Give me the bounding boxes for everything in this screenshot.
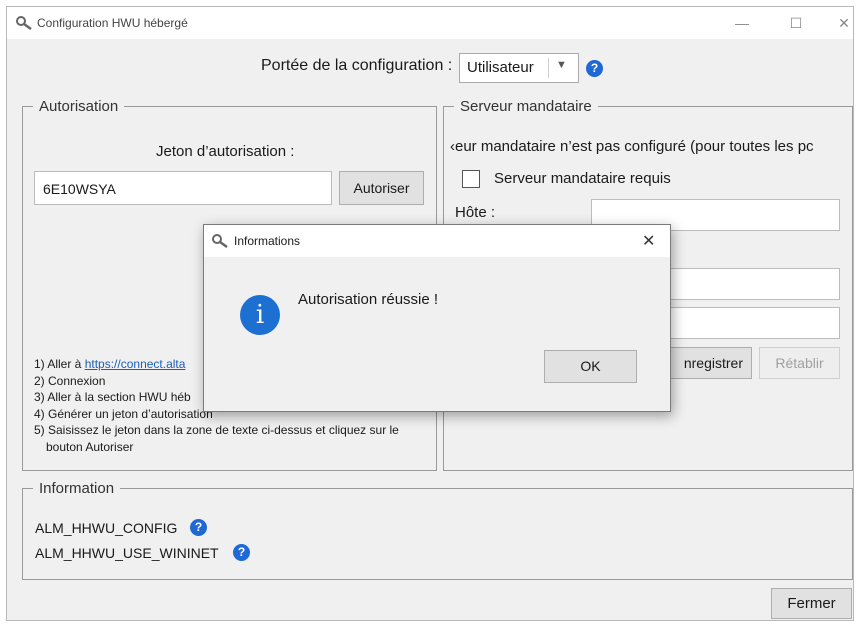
proxy-group-title: Serveur mandataire [460, 98, 592, 115]
authorization-group-title: Autorisation [39, 98, 119, 115]
token-input-value: 6E10WSYA [43, 181, 116, 197]
step-5-text: 5) Saisissez le jeton dans la zone de te… [34, 423, 399, 437]
save-proxy-button[interactable]: nregistrer [664, 347, 752, 379]
close-button[interactable]: Fermer [771, 588, 852, 619]
window-title: Configuration HWU hébergé [37, 16, 188, 30]
maximize-button[interactable]: ☐ [779, 11, 813, 35]
dialog-close-button[interactable]: ✕ [642, 231, 655, 251]
host-label: Hôte : [455, 204, 496, 221]
magnifier-key-icon [212, 234, 228, 248]
help-icon[interactable]: ? [586, 60, 603, 77]
minimize-button[interactable]: — [725, 11, 759, 35]
dialog-body: i Autorisation réussie ! OK [204, 257, 670, 411]
help-icon[interactable]: ? [233, 544, 250, 561]
ok-button[interactable]: OK [544, 350, 637, 383]
scope-select[interactable]: Utilisateur ▼ [459, 53, 579, 83]
information-group-title: Information [39, 480, 115, 497]
authorize-button[interactable]: Autoriser [339, 171, 424, 205]
proxy-status-text: ‹eur mandataire n’est pas configuré (pou… [450, 138, 814, 155]
info-dialog: Informations ✕ i Autorisation réussie ! … [203, 224, 671, 412]
help-icon[interactable]: ? [190, 519, 207, 536]
dialog-title: Informations [234, 234, 301, 248]
scope-label: Portée de la configuration : [261, 57, 453, 74]
scope-select-value: Utilisateur [467, 59, 534, 76]
info-item-config: ALM_HHWU_CONFIG [35, 520, 178, 536]
select-separator [548, 58, 549, 78]
dialog-title-bar: Informations ✕ [204, 225, 670, 257]
title-bar: Configuration HWU hébergé — ☐ ✕ [7, 7, 853, 39]
magnifier-key-icon [16, 16, 32, 30]
close-window-button[interactable]: ✕ [827, 11, 858, 35]
info-icon: i [240, 295, 280, 335]
proxy-required-label: Serveur mandataire requis [494, 170, 671, 187]
step-1-text: 1) Aller à [34, 357, 82, 371]
token-label: Jeton d’autorisation : [156, 143, 295, 160]
step-5-continuation: bouton Autoriser [46, 439, 134, 454]
dialog-message: Autorisation réussie ! [298, 291, 439, 308]
chevron-down-icon: ▼ [556, 59, 567, 71]
token-input[interactable]: 6E10WSYA [34, 171, 332, 205]
info-item-wininet: ALM_HHWU_USE_WININET [35, 545, 219, 561]
reset-proxy-button[interactable]: Rétablir [759, 347, 840, 379]
proxy-required-checkbox[interactable] [462, 170, 480, 188]
connect-link[interactable]: https://connect.alta [85, 357, 186, 371]
